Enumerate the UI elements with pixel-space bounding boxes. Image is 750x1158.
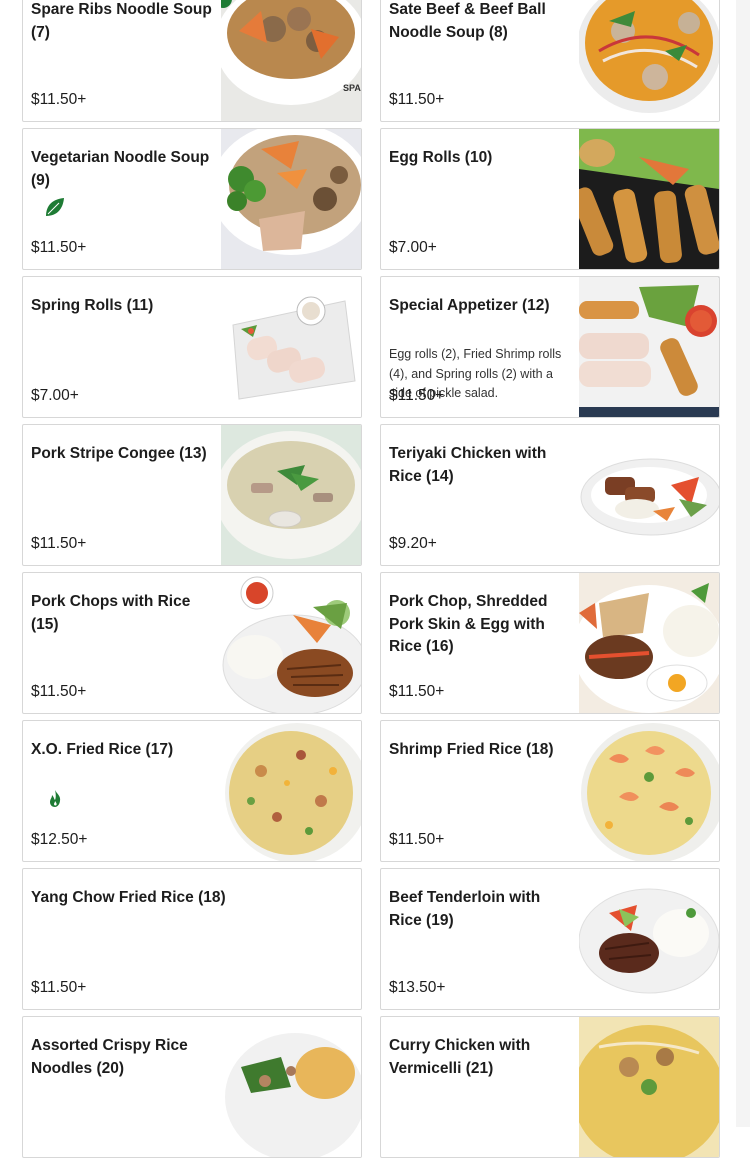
menu-item-price: $13.50+	[389, 979, 446, 996]
menu-item-card[interactable]: Egg Rolls (10) $7.00+	[380, 128, 720, 270]
menu-item-price: $7.00+	[389, 239, 437, 256]
menu-item-card[interactable]: Curry Chicken with Vermicelli (21)	[380, 1016, 720, 1158]
menu-item-price: $11.50+	[31, 535, 87, 552]
menu-item-price: $11.50+	[389, 91, 445, 108]
menu-item-card[interactable]: Vegetarian Noodle Soup (9) $11.50+	[22, 128, 362, 270]
menu-item-photo	[221, 573, 361, 713]
menu-item-title: Vegetarian Noodle Soup (9)	[31, 149, 210, 189]
menu-item-price: $11.50+	[31, 979, 87, 996]
menu-item-price: $11.50+	[389, 831, 445, 848]
menu-item-title: Assorted Crispy Rice Noodles (20)	[31, 1037, 188, 1077]
menu-item-photo	[579, 129, 719, 269]
menu-item-photo	[221, 425, 361, 565]
menu-item-card[interactable]: Assorted Crispy Rice Noodles (20)	[22, 1016, 362, 1158]
menu-item-title: Curry Chicken with Vermicelli (21)	[389, 1037, 531, 1077]
menu-item-card[interactable]: Sate Beef & Beef Ball Noodle Soup (8) $1…	[380, 0, 720, 122]
menu-item-photo	[579, 1017, 719, 1157]
menu-item-photo	[221, 129, 361, 269]
menu-item-photo	[579, 0, 719, 121]
menu-item-card[interactable]: Pork Chops with Rice (15) $11.50+	[22, 572, 362, 714]
flame-icon	[43, 787, 67, 811]
menu-item-price: $11.50+	[31, 239, 87, 256]
menu-item-photo: SPAR	[221, 0, 361, 121]
menu-item-photo	[579, 721, 719, 861]
menu-item-card[interactable]: Teriyaki Chicken with Rice (14) $9.20+	[380, 424, 720, 566]
menu-item-photo	[221, 1017, 361, 1157]
menu-item-card[interactable]: Special Appetizer (12) Egg rolls (2), Fr…	[380, 276, 720, 418]
menu-item-title: Shrimp Fried Rice (18)	[389, 741, 554, 758]
menu-item-title: Pork Stripe Congee (13)	[31, 445, 207, 462]
menu-item-card[interactable]: Pork Stripe Congee (13) $11.50+	[22, 424, 362, 566]
menu-item-photo	[221, 721, 361, 861]
menu-item-title: Beef Tenderloin with Rice (19)	[389, 889, 541, 929]
menu-item-photo	[579, 573, 719, 713]
menu-item-price: $11.50+	[31, 683, 87, 700]
scrollbar-track[interactable]	[736, 0, 750, 1127]
menu-item-title: Spare Ribs Noodle Soup (7)	[31, 1, 212, 41]
menu-grid: Spare Ribs Noodle Soup (7) $11.50+ SPAR …	[22, 0, 720, 1158]
menu-item-card[interactable]: Spare Ribs Noodle Soup (7) $11.50+ SPAR	[22, 0, 362, 122]
menu-item-card[interactable]: Yang Chow Fried Rice (18) $11.50+	[22, 868, 362, 1010]
menu-item-price: $11.50+	[389, 387, 445, 404]
menu-item-title: Sate Beef & Beef Ball Noodle Soup (8)	[389, 1, 546, 41]
menu-item-photo	[221, 277, 361, 417]
menu-item-title: Pork Chop, Shredded Pork Skin & Egg with…	[389, 593, 548, 655]
menu-item-price: $12.50+	[31, 831, 88, 848]
menu-item-price: $11.50+	[389, 683, 445, 700]
menu-item-title: X.O. Fried Rice (17)	[31, 741, 174, 758]
menu-item-price: $9.20+	[389, 535, 437, 552]
menu-item-card[interactable]: X.O. Fried Rice (17) $12.50+	[22, 720, 362, 862]
menu-item-card[interactable]: Spring Rolls (11) $7.00+	[22, 276, 362, 418]
menu-item-card[interactable]: Beef Tenderloin with Rice (19) $13.50+	[380, 868, 720, 1010]
menu-item-title: Egg Rolls (10)	[389, 149, 493, 166]
menu-item-price: $7.00+	[31, 387, 79, 404]
leaf-icon	[43, 195, 67, 219]
menu-item-card[interactable]: Shrimp Fried Rice (18) $11.50+	[380, 720, 720, 862]
menu-item-photo	[579, 869, 719, 1009]
menu-item-title: Pork Chops with Rice (15)	[31, 593, 191, 633]
menu-item-title: Teriyaki Chicken with Rice (14)	[389, 445, 547, 485]
menu-item-photo	[579, 277, 719, 417]
menu-item-price: $11.50+	[31, 91, 87, 108]
menu-item-card[interactable]: Pork Chop, Shredded Pork Skin & Egg with…	[380, 572, 720, 714]
photo-watermark: SPAR	[343, 83, 361, 93]
menu-item-title: Yang Chow Fried Rice (18)	[31, 889, 226, 906]
menu-item-photo	[579, 425, 719, 565]
menu-item-title: Special Appetizer (12)	[389, 297, 550, 314]
